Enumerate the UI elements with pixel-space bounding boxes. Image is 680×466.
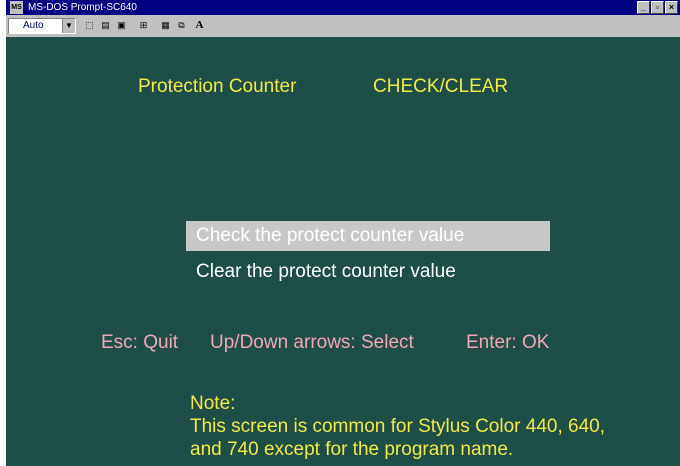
help-arrows: Up/Down arrows: Select: [210, 332, 414, 353]
note-line-2: and 740 except for the program name.: [190, 439, 514, 460]
minimize-icon[interactable]: _: [637, 1, 650, 14]
close-icon[interactable]: ×: [665, 1, 678, 14]
menu-item-clear[interactable]: Clear the protect counter value: [196, 261, 456, 283]
font-button[interactable]: A: [192, 18, 207, 33]
dos-window: MS MS-DOS Prompt-SC640 _ ▫ × Auto ▼ ⬚ ▤ …: [6, 0, 680, 466]
help-esc: Esc: Quit: [101, 332, 179, 353]
mark-icon[interactable]: ⬚: [82, 18, 97, 33]
copy-icon[interactable]: ▤: [98, 18, 113, 33]
chevron-down-icon[interactable]: ▼: [62, 19, 75, 33]
console-screen: Protection Counter CHECK/CLEAR Check the…: [6, 37, 680, 466]
font-size-select[interactable]: Auto ▼: [8, 18, 76, 34]
fullscreen-icon[interactable]: ⊞: [136, 18, 151, 33]
toolbar: Auto ▼ ⬚ ▤ ▣ ⊞ ▦ ⧉ A: [6, 15, 680, 38]
menu-item-check[interactable]: Check the protect counter value: [186, 221, 550, 251]
window-title: MS-DOS Prompt-SC640: [28, 2, 137, 13]
restore-icon[interactable]: ▫: [651, 1, 664, 14]
title-bar[interactable]: MS MS-DOS Prompt-SC640 _ ▫ ×: [6, 0, 680, 15]
properties-icon[interactable]: ▦: [158, 18, 173, 33]
heading-left: Protection Counter: [138, 76, 297, 97]
help-enter: Enter: OK: [466, 332, 550, 353]
window-controls: _ ▫ ×: [637, 1, 678, 14]
note-line-1: This screen is common for Stylus Color 4…: [190, 416, 606, 437]
font-size-value: Auto: [23, 20, 44, 31]
msdos-icon[interactable]: MS: [10, 1, 23, 14]
heading-right: CHECK/CLEAR: [373, 76, 509, 97]
paste-icon[interactable]: ▣: [114, 18, 129, 33]
note-title: Note:: [190, 393, 236, 414]
background-icon[interactable]: ⧉: [174, 18, 189, 33]
